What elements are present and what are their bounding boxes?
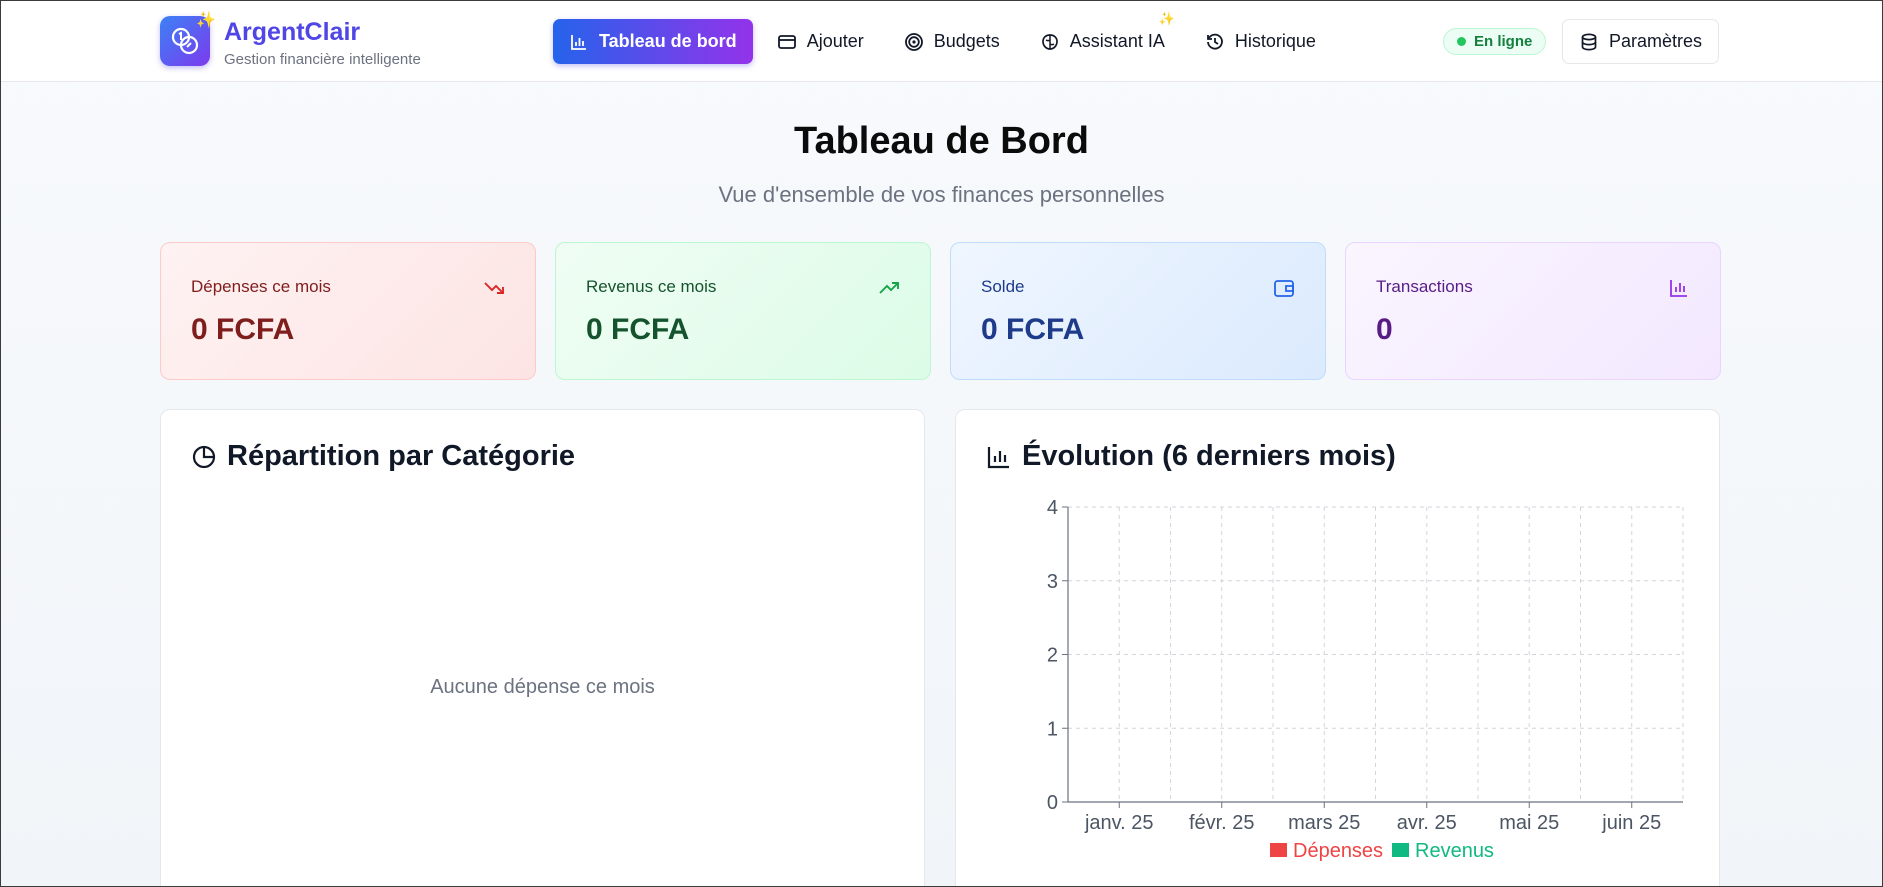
stat-label: Revenus ce mois bbox=[586, 277, 717, 296]
brain-icon bbox=[1041, 33, 1058, 50]
page-subtitle: Vue d'ensemble de vos finances personnel… bbox=[718, 182, 1165, 207]
nav-label: Assistant IA bbox=[1069, 31, 1165, 51]
stat-card-revenus: Revenus ce mois 0 FCFA bbox=[555, 242, 931, 380]
nav-label: Historique bbox=[1234, 31, 1316, 51]
category-panel: Répartition par Catégorie Aucune dépense… bbox=[160, 409, 925, 887]
status-label: En ligne bbox=[1474, 33, 1533, 50]
x-tick-label: mars 25 bbox=[1288, 812, 1360, 834]
nav-ajouter[interactable]: Ajouter bbox=[761, 19, 880, 64]
history-icon bbox=[1206, 33, 1223, 50]
brand-name[interactable]: ArgentClair bbox=[224, 18, 360, 47]
evolution-chart: 0 1 2 3 4 janv. 25 févr. 25 mars 25 avr. 25 mai 2… bbox=[1047, 497, 1684, 862]
credit-card-icon bbox=[777, 34, 796, 49]
stat-value: 0 FCFA bbox=[981, 313, 1085, 346]
bar-chart-icon bbox=[571, 34, 586, 50]
nav-label: Budgets bbox=[933, 31, 1000, 51]
legend-swatch bbox=[1270, 843, 1287, 857]
nav-historique[interactable]: Historique bbox=[1189, 19, 1332, 64]
y-tick-label: 4 bbox=[1047, 497, 1058, 519]
legend-label: Revenus bbox=[1415, 840, 1494, 862]
main-nav: Tableau de bord Ajouter Budgets Assistan… bbox=[553, 11, 1340, 64]
trending-up-icon bbox=[879, 282, 899, 294]
wallet-icon bbox=[1274, 280, 1294, 297]
status-badge: En ligne bbox=[1443, 28, 1547, 55]
x-tick-label: mai 25 bbox=[1499, 812, 1559, 834]
nav-label: Ajouter bbox=[806, 31, 864, 51]
stat-label: Transactions bbox=[1376, 277, 1473, 296]
app-header: ✨ ArgentClair Gestion financière intelli… bbox=[0, 0, 1883, 82]
settings-label: Paramètres bbox=[1608, 31, 1703, 51]
evolution-panel: Évolution (6 derniers mois) 0 1 2 3 4 janv. 2… bbox=[955, 409, 1720, 887]
y-tick-label: 3 bbox=[1047, 571, 1058, 593]
y-tick-label: 0 bbox=[1047, 792, 1058, 814]
stat-value: 0 bbox=[1376, 313, 1393, 346]
stat-card-solde: Solde 0 FCFA bbox=[950, 242, 1326, 380]
status-dot-icon bbox=[1457, 37, 1466, 46]
bar-chart-icon bbox=[1670, 280, 1687, 297]
legend-swatch bbox=[1392, 843, 1409, 857]
target-icon bbox=[904, 32, 923, 51]
legend-label: Dépenses bbox=[1293, 840, 1383, 862]
nav-label: Tableau de bord bbox=[599, 31, 737, 51]
stat-card-depenses: Dépenses ce mois 0 FCFA bbox=[160, 242, 536, 380]
nav-tableau-de-bord[interactable]: Tableau de bord bbox=[553, 19, 753, 64]
category-panel-title: Répartition par Catégorie bbox=[191, 440, 575, 473]
x-tick-label: avr. 25 bbox=[1397, 812, 1457, 834]
stat-value: 0 FCFA bbox=[191, 313, 295, 346]
trending-down-icon bbox=[484, 282, 504, 294]
y-tick-label: 1 bbox=[1047, 718, 1058, 740]
panel-title-text: Répartition par Catégorie bbox=[227, 440, 576, 472]
sparkle-icon: ✨ bbox=[1158, 11, 1175, 26]
stat-value: 0 FCFA bbox=[586, 313, 690, 346]
brand-subtitle: Gestion financière intelligente bbox=[224, 51, 421, 68]
settings-button[interactable]: Paramètres bbox=[1562, 19, 1719, 64]
database-icon bbox=[1581, 33, 1597, 50]
stat-label: Dépenses ce mois bbox=[191, 277, 331, 296]
page-title: Tableau de Bord bbox=[794, 120, 1089, 162]
nav-assistant-ia[interactable]: Assistant IA ✨ bbox=[1024, 11, 1181, 64]
sparkle-icon: ✨ bbox=[196, 12, 216, 29]
x-tick-label: janv. 25 bbox=[1084, 812, 1154, 834]
stat-label: Solde bbox=[981, 277, 1025, 296]
x-tick-label: juin 25 bbox=[1601, 812, 1661, 834]
y-tick-label: 2 bbox=[1047, 645, 1058, 667]
pie-chart-icon bbox=[192, 445, 216, 468]
nav-budgets[interactable]: Budgets bbox=[888, 19, 1016, 64]
empty-state-message: Aucune dépense ce mois bbox=[430, 676, 655, 698]
x-tick-label: févr. 25 bbox=[1189, 812, 1255, 834]
stat-card-transactions: Transactions 0 bbox=[1345, 242, 1721, 380]
